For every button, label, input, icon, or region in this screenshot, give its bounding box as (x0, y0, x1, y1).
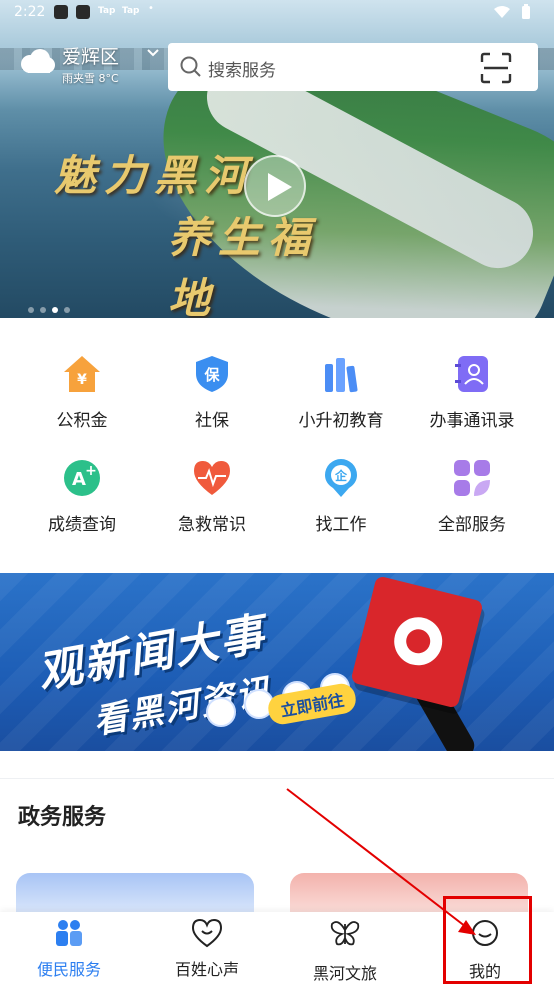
banner-cta-button[interactable]: 立即前往 (266, 681, 358, 727)
service-job-search[interactable]: 企 找工作 (272, 422, 410, 535)
annotation-highlight-box (443, 896, 532, 984)
housing-fund-icon: ¥ (64, 356, 100, 392)
service-grade-query[interactable]: A + 成绩查询 (13, 422, 151, 535)
nav-item-voice[interactable]: 百姓心声 (138, 912, 276, 986)
svg-text:保: 保 (203, 366, 220, 384)
job-search-icon: 企 (325, 459, 357, 497)
service-first-aid[interactable]: 急救常识 (143, 422, 281, 535)
weather-info: 雨夹雪 8°C (62, 72, 119, 85)
search-icon (180, 56, 201, 77)
nav-label: 百姓心声 (174, 960, 239, 979)
social-security-icon: 保 (196, 356, 228, 392)
svg-text:¥: ¥ (77, 372, 87, 388)
service-label: 成绩查询 (48, 515, 116, 535)
search-bar[interactable]: 搜索服务 (168, 43, 538, 91)
nav-label: 便民服务 (36, 960, 101, 979)
service-social-security[interactable]: 保 社保 (143, 318, 281, 431)
district-name: 爱辉区 (62, 46, 120, 68)
news-logo-icon (389, 612, 448, 671)
carousel-dot[interactable] (28, 307, 34, 313)
hero-carousel[interactable]: 2:22 Tap Tap • 爱辉区 雨夹雪 8°C 搜索服务 魅力黑河 养生福… (0, 0, 554, 318)
carousel-dot[interactable] (40, 307, 46, 313)
svg-text:A: A (72, 469, 86, 490)
hero-title-line1: 魅力黑河 (54, 151, 255, 200)
butterfly-tour-icon (330, 921, 360, 946)
service-label: 全部服务 (438, 515, 506, 535)
play-button[interactable] (244, 155, 306, 217)
play-icon (268, 173, 292, 201)
news-promo-banner[interactable]: 观新闻大事 看黑河资讯 立即前往 (0, 573, 554, 751)
app-logo-badge (206, 697, 236, 727)
svg-text:企: 企 (334, 468, 348, 483)
contacts-book-icon (455, 356, 488, 392)
service-all[interactable]: 全部服务 (403, 422, 541, 535)
nav-item-tourism[interactable]: 黑河文旅 (276, 912, 414, 986)
service-label: 急救常识 (178, 515, 246, 535)
carousel-dot[interactable] (64, 307, 70, 313)
cloud-icon (21, 49, 55, 73)
all-services-grid-icon (454, 460, 490, 496)
service-label: 找工作 (315, 515, 367, 535)
taptap-icon: Tap (98, 6, 116, 16)
status-bar: 2:22 Tap Tap • (0, 0, 554, 26)
heart-voice-icon (191, 918, 223, 948)
gov-card-blue[interactable] (16, 873, 254, 913)
nav-item-service[interactable]: 便民服务 (0, 912, 138, 986)
grade-query-icon: A + (64, 460, 100, 496)
status-time: 2:22 (14, 4, 46, 20)
svg-text:+: + (85, 463, 97, 479)
scan-icon[interactable] (480, 52, 512, 84)
search-input[interactable]: 搜索服务 (208, 56, 276, 81)
status-more-dot: • (148, 3, 154, 14)
service-contacts[interactable]: 办事通讯录 (403, 318, 541, 431)
nav-label: 黑河文旅 (312, 964, 377, 983)
service-housing-fund[interactable]: ¥ 公积金 (13, 318, 151, 431)
services-grid: ¥ 公积金 保 社保 小升初教育 办事通讯录 A + 成绩查询 急救常识 企 找… (0, 318, 554, 568)
carousel-dots (28, 298, 76, 313)
first-aid-heart-icon (194, 461, 230, 495)
carousel-dot-active[interactable] (52, 307, 58, 313)
hero-title-line2: 养生福地 (168, 213, 319, 318)
chevron-down-icon (147, 49, 159, 57)
education-books-icon (325, 358, 358, 393)
microphone-icon (350, 575, 484, 709)
section-title: 政务服务 (18, 805, 107, 830)
wifi-battery-icon (494, 4, 530, 19)
app-screen: 2:22 Tap Tap • 爱辉区 雨夹雪 8°C 搜索服务 魅力黑河 养生福… (0, 0, 554, 986)
people-service-icon (56, 920, 82, 946)
weather-location[interactable]: 爱辉区 雨夹雪 8°C (18, 42, 168, 88)
taptap-icon: Tap (122, 6, 140, 16)
service-education[interactable]: 小升初教育 (272, 318, 410, 431)
notification-icon (54, 5, 68, 19)
notification-icon (76, 5, 90, 19)
